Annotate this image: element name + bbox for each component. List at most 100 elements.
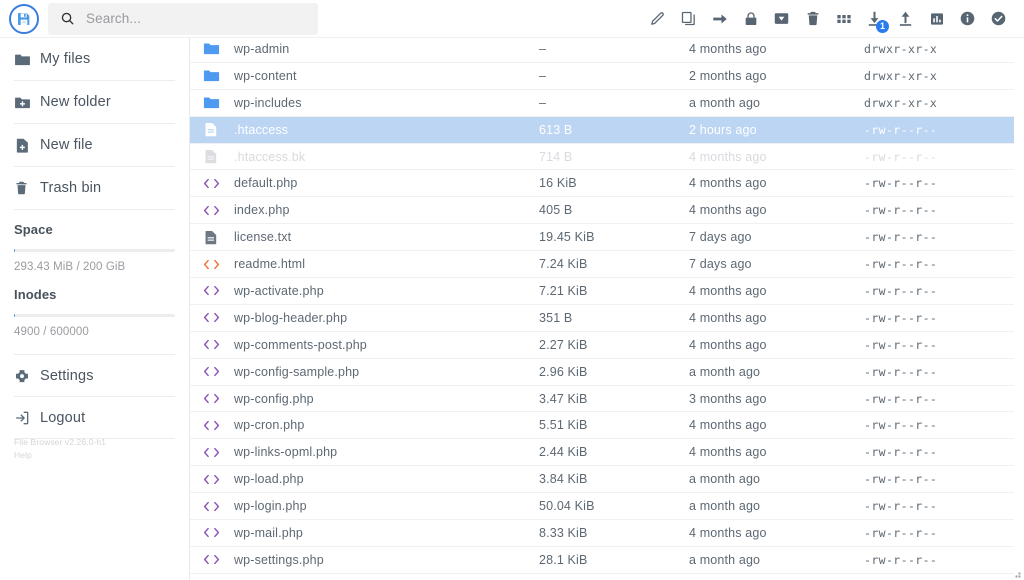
file-row[interactable]: wp-activate.php7.21 KiB4 months ago-rw-r…	[190, 278, 1014, 305]
select-all-button[interactable]	[983, 3, 1014, 35]
file-permissions: drwxr-xr-x	[864, 42, 1014, 56]
html-code-icon	[202, 257, 221, 272]
file-row[interactable]: index.php405 B4 months ago-rw-r--r--	[190, 197, 1014, 224]
app-logo[interactable]	[0, 0, 48, 38]
help-link[interactable]: Help	[14, 449, 106, 462]
file-size: 2.27 KiB	[539, 338, 689, 352]
file-row[interactable]: wp-cron.php5.51 KiB4 months ago-rw-r--r-…	[190, 412, 1014, 439]
file-size: 16 KiB	[539, 176, 689, 190]
file-modified: a month ago	[689, 96, 864, 110]
file-permissions: drwxr-xr-x	[864, 69, 1014, 83]
arrow-right-icon	[711, 10, 729, 28]
file-name: wp-admin	[232, 42, 539, 56]
sidebar-item-settings[interactable]: Settings	[0, 355, 189, 396]
sidebar-item-my-files[interactable]: My files	[0, 38, 189, 80]
file-row[interactable]: .htaccess613 B2 hours ago-rw-r--r--	[190, 117, 1014, 144]
delete-button[interactable]	[797, 3, 828, 35]
file-row[interactable]: default.php16 KiB4 months ago-rw-r--r--	[190, 170, 1014, 197]
upload-button[interactable]	[890, 3, 921, 35]
file-row[interactable]: wp-config-sample.php2.96 KiBa month ago-…	[190, 359, 1014, 386]
copy-button[interactable]	[673, 3, 704, 35]
file-size: 351 B	[539, 311, 689, 325]
file-row[interactable]: wp-content–2 months agodrwxr-xr-x	[190, 63, 1014, 90]
file-row[interactable]: wp-load.php3.84 KiBa month ago-rw-r--r--	[190, 466, 1014, 493]
file-name: license.txt	[232, 230, 539, 244]
file-modified: a month ago	[689, 553, 864, 567]
grid-icon	[836, 11, 852, 27]
file-modified: 2 months ago	[689, 69, 864, 83]
check-circle-icon	[990, 10, 1007, 27]
file-row[interactable]: wp-blog-header.php351 B4 months ago-rw-r…	[190, 305, 1014, 332]
file-type-icon	[190, 94, 232, 111]
file-modified: 4 months ago	[689, 311, 864, 325]
file-name: wp-config-sample.php	[232, 365, 539, 379]
php-code-icon	[202, 499, 221, 514]
file-permissions: -rw-r--r--	[864, 418, 1014, 432]
file-row-partial[interactable]	[190, 574, 1014, 580]
download-button[interactable]: 1	[859, 3, 890, 35]
sidebar-item-label: Logout	[40, 410, 85, 426]
file-name: wp-blog-header.php	[232, 311, 539, 325]
file-name: wp-cron.php	[232, 418, 539, 432]
file-list-panel[interactable]: wp-admin–4 months agodrwxr-xr-xwp-conten…	[190, 36, 1024, 580]
sidebar-item-logout[interactable]: Logout	[0, 397, 189, 438]
file-row[interactable]: wp-mail.php8.33 KiB4 months ago-rw-r--r-…	[190, 520, 1014, 547]
file-icon	[203, 148, 219, 165]
file-row[interactable]: wp-comments-post.php2.27 KiB4 months ago…	[190, 332, 1014, 359]
file-type-icon	[190, 445, 232, 460]
move-button[interactable]	[704, 3, 735, 35]
permissions-button[interactable]	[735, 3, 766, 35]
file-row[interactable]: wp-login.php50.04 KiBa month ago-rw-r--r…	[190, 493, 1014, 520]
file-size: 405 B	[539, 203, 689, 217]
stats-button[interactable]	[921, 3, 952, 35]
sidebar-item-trash-bin[interactable]: Trash bin	[0, 167, 189, 209]
file-modified: 4 months ago	[689, 418, 864, 432]
file-modified: 4 months ago	[689, 176, 864, 190]
file-permissions: -rw-r--r--	[864, 203, 1014, 217]
sidebar: My files New folder New file Tra	[0, 38, 190, 580]
file-size: 19.45 KiB	[539, 230, 689, 244]
file-modified: 4 months ago	[689, 284, 864, 298]
file-name: wp-mail.php	[232, 526, 539, 540]
rename-button[interactable]	[642, 3, 673, 35]
file-name: .htaccess.bk	[232, 150, 539, 164]
file-size: 28.1 KiB	[539, 553, 689, 567]
file-modified: 4 months ago	[689, 42, 864, 56]
file-list: wp-admin–4 months agodrwxr-xr-xwp-conten…	[190, 36, 1014, 580]
file-row[interactable]: readme.html7.24 KiB7 days ago-rw-r--r--	[190, 251, 1014, 278]
sidebar-item-label: New file	[40, 137, 93, 153]
folder-plus-icon	[14, 94, 40, 111]
file-permissions: -rw-r--r--	[864, 311, 1014, 325]
file-name: wp-activate.php	[232, 284, 539, 298]
file-row[interactable]: wp-links-opml.php2.44 KiB4 months ago-rw…	[190, 439, 1014, 466]
inodes-usage-bar	[14, 314, 175, 317]
view-grid-button[interactable]	[828, 3, 859, 35]
file-icon	[203, 229, 219, 246]
file-size: 7.21 KiB	[539, 284, 689, 298]
file-row[interactable]: .htaccess.bk714 B4 months ago-rw-r--r--	[190, 144, 1014, 171]
file-row[interactable]: license.txt19.45 KiB7 days ago-rw-r--r--	[190, 224, 1014, 251]
file-name: wp-load.php	[232, 472, 539, 486]
vertical-scrollbar[interactable]	[1014, 36, 1024, 580]
file-name: index.php	[232, 203, 539, 217]
file-name: wp-includes	[232, 96, 539, 110]
file-plus-icon	[14, 137, 40, 154]
file-size: 613 B	[539, 123, 689, 137]
info-button[interactable]	[952, 3, 983, 35]
archive-button[interactable]	[766, 3, 797, 35]
file-type-icon	[190, 257, 232, 272]
space-usage-text: 293.43 MiB / 200 GiB	[14, 261, 175, 273]
sidebar-item-new-folder[interactable]: New folder	[0, 81, 189, 123]
file-row[interactable]: wp-settings.php28.1 KiBa month ago-rw-r-…	[190, 547, 1014, 574]
file-row[interactable]: wp-includes–a month agodrwxr-xr-x	[190, 90, 1014, 117]
file-type-icon	[190, 40, 232, 57]
file-name: wp-links-opml.php	[232, 445, 539, 459]
search-placeholder: Search...	[86, 11, 141, 26]
file-permissions: -rw-r--r--	[864, 553, 1014, 567]
search-input[interactable]: Search...	[48, 3, 318, 35]
file-row[interactable]: wp-config.php3.47 KiB3 months ago-rw-r--…	[190, 386, 1014, 413]
app-version-label: File Browser v2.26.0-h1	[14, 436, 106, 449]
file-row[interactable]: wp-admin–4 months agodrwxr-xr-x	[190, 36, 1014, 63]
resize-grip-icon[interactable]	[1012, 569, 1022, 579]
sidebar-item-new-file[interactable]: New file	[0, 124, 189, 166]
